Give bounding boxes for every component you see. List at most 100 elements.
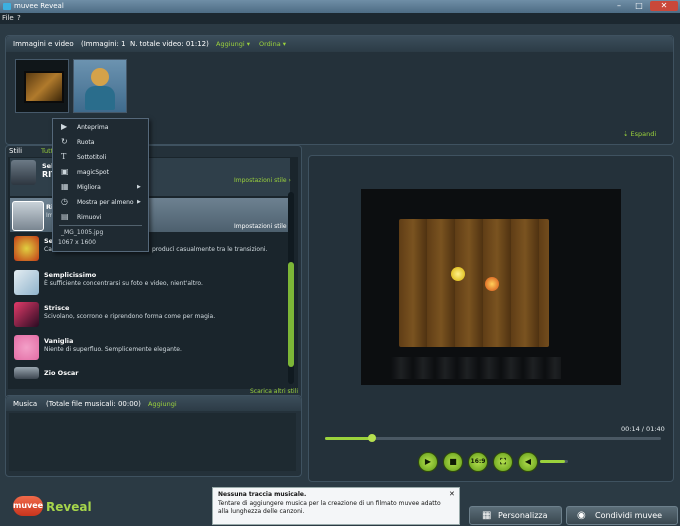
media-count: (Immagini: 1	[81, 40, 126, 48]
fruit-splash-icon	[451, 267, 465, 281]
video-reflection	[391, 357, 561, 379]
fullscreen-button[interactable]: ⛶	[493, 452, 513, 472]
time-display: 00:14 / 01:40	[621, 425, 665, 433]
music-notice: Nessuna traccia musicale. Tentare di agg…	[212, 487, 460, 525]
timeline-handle[interactable]	[368, 434, 377, 442]
add-music-button[interactable]: Aggiungi	[148, 400, 177, 408]
context-menu: ▶ Anteprima ↻ Ruota T Sottotitoli ▣ magi…	[52, 118, 149, 252]
menu-item-preview[interactable]: Anteprima	[77, 124, 108, 131]
close-button[interactable]: ✕	[650, 1, 678, 11]
add-media-label: Aggiungi	[216, 40, 245, 48]
photo-thumbnail[interactable]	[73, 59, 127, 113]
menu-item-magicspot[interactable]: magicSpot	[77, 169, 109, 176]
style-title-vaniglia[interactable]: Vaniglia	[44, 337, 73, 345]
order-label: Ordina	[259, 40, 281, 48]
photo-person-body	[85, 86, 115, 110]
media-title: Immagini e video	[13, 40, 74, 48]
volume-level	[540, 460, 566, 463]
volume-slider[interactable]	[540, 460, 568, 463]
file-dimensions: 1067 x 1600	[58, 239, 96, 246]
style-thumb-zio-oscar	[14, 367, 39, 379]
download-styles-link[interactable]: Scarica altri stili	[250, 388, 298, 395]
style-partial-3-desc: Ca	[44, 246, 52, 253]
fruit-icon	[485, 277, 499, 291]
app-icon	[3, 3, 11, 10]
video-frame	[399, 219, 549, 347]
styles-tab[interactable]: Stili	[9, 147, 22, 155]
style-thumb-3	[14, 236, 39, 261]
menu-item-subtitles[interactable]: Sottotitoli	[77, 154, 106, 161]
share-label: Condividi muvee	[595, 511, 663, 520]
styles-scrollbar-thumb[interactable]	[288, 262, 294, 367]
style-desc-strisce: Scivolano, scorrono e riprendono forma c…	[44, 313, 216, 320]
expand-button[interactable]: ⇣ Espandi	[623, 130, 656, 138]
share-icon: ◉	[577, 510, 586, 521]
trash-icon: ▤	[61, 212, 69, 221]
music-list	[9, 413, 296, 471]
media-total: N. totale video: 01:12)	[130, 40, 209, 48]
text-icon: T	[61, 152, 67, 161]
timeline-track[interactable]	[325, 434, 661, 442]
play-button[interactable]: ▶	[418, 452, 438, 472]
notice-body: Tentare di aggiungere musica per la crea…	[218, 500, 441, 515]
style-thumb-1	[11, 160, 36, 185]
music-total: (Totale file musicali: 00:00)	[46, 400, 141, 408]
style-desc-vaniglia: Niente di superfluo. Semplicemente elega…	[44, 346, 182, 353]
order-button[interactable]: Ordina ▾	[259, 40, 286, 48]
menu-file[interactable]: File	[2, 14, 14, 22]
menu-item-show-for[interactable]: Mostra per almeno	[77, 199, 134, 206]
style-partial-3-desc-tail: producì casualmente tra le transizioni.	[152, 246, 268, 253]
maximize-button[interactable]: □	[630, 1, 648, 11]
reveal-logo-text: Reveal	[46, 500, 92, 514]
music-panel: Musica (Totale file musicali: 00:00) Agg…	[5, 395, 302, 477]
minimize-button[interactable]: –	[610, 1, 628, 11]
timeline-progress	[325, 437, 373, 440]
grid-icon: ▦	[482, 510, 492, 521]
menu-bar: File ?	[0, 13, 680, 24]
submenu-arrow-icon-2: ▶	[137, 199, 141, 205]
style-thumb-semplicissimo	[14, 270, 39, 295]
window-title: muvee Reveal	[14, 2, 64, 10]
menu-divider	[59, 225, 142, 226]
style-thumb-vaniglia	[14, 335, 39, 360]
play-icon: ▶	[61, 122, 68, 131]
muvee-logo: muvee	[13, 496, 43, 516]
notice-close-button[interactable]: ✕	[449, 490, 455, 498]
styles-panel: Stili Tutt Sel RIT Impostazioni stile › …	[5, 145, 302, 399]
style-title-strisce[interactable]: Strisce	[44, 304, 69, 312]
video-thumbnail-image	[24, 71, 64, 103]
magicspot-icon: ▣	[61, 167, 69, 176]
notice-title: Nessuna traccia musicale.	[218, 491, 307, 498]
style-desc-semplicissimo: È sufficiente concentrarsi su foto e vid…	[44, 280, 203, 287]
menu-item-remove[interactable]: Rimuovi	[77, 214, 101, 221]
video-screen[interactable]	[361, 189, 621, 385]
style-settings-link[interactable]: Impostazioni stile ›	[234, 177, 291, 184]
stop-button[interactable]: ■	[443, 452, 463, 472]
style-thumb-selected	[12, 201, 44, 231]
aspect-ratio-button[interactable]: 16:9	[468, 452, 488, 472]
rotate-icon: ↻	[61, 137, 68, 146]
style-title-zio-oscar[interactable]: Zio Oscar	[44, 369, 79, 377]
menu-help[interactable]: ?	[17, 14, 21, 22]
video-thumbnail[interactable]	[15, 59, 69, 113]
menu-item-enhance[interactable]: Migliora	[77, 184, 101, 191]
personalize-label: Personalizza	[498, 511, 548, 520]
style-title-semplicissimo[interactable]: Semplicissimo	[44, 271, 96, 279]
style-settings-link-2[interactable]: Impostazioni stile	[234, 223, 287, 230]
styles-scrollbar[interactable]	[288, 192, 294, 384]
personalize-button[interactable]: ▦ Personalizza	[469, 506, 562, 525]
menu-item-rotate[interactable]: Ruota	[77, 139, 94, 146]
submenu-arrow-icon: ▶	[137, 184, 141, 190]
volume-button[interactable]: ◀	[518, 452, 538, 472]
enhance-icon: ▦	[61, 182, 69, 191]
title-bar: muvee Reveal – □ ✕	[0, 0, 680, 13]
timer-icon: ◷	[61, 197, 68, 206]
expand-label: Espandi	[630, 130, 657, 138]
style-thumb-strisce	[14, 302, 39, 327]
file-name: _MG_1005.jpg	[61, 229, 104, 236]
music-title: Musica	[13, 400, 38, 408]
photo-person-head	[91, 68, 109, 86]
add-media-button[interactable]: Aggiungi ▾	[216, 40, 250, 48]
share-button[interactable]: ◉ Condividi muvee	[566, 506, 678, 525]
preview-panel: 00:14 / 01:40	[308, 155, 674, 482]
